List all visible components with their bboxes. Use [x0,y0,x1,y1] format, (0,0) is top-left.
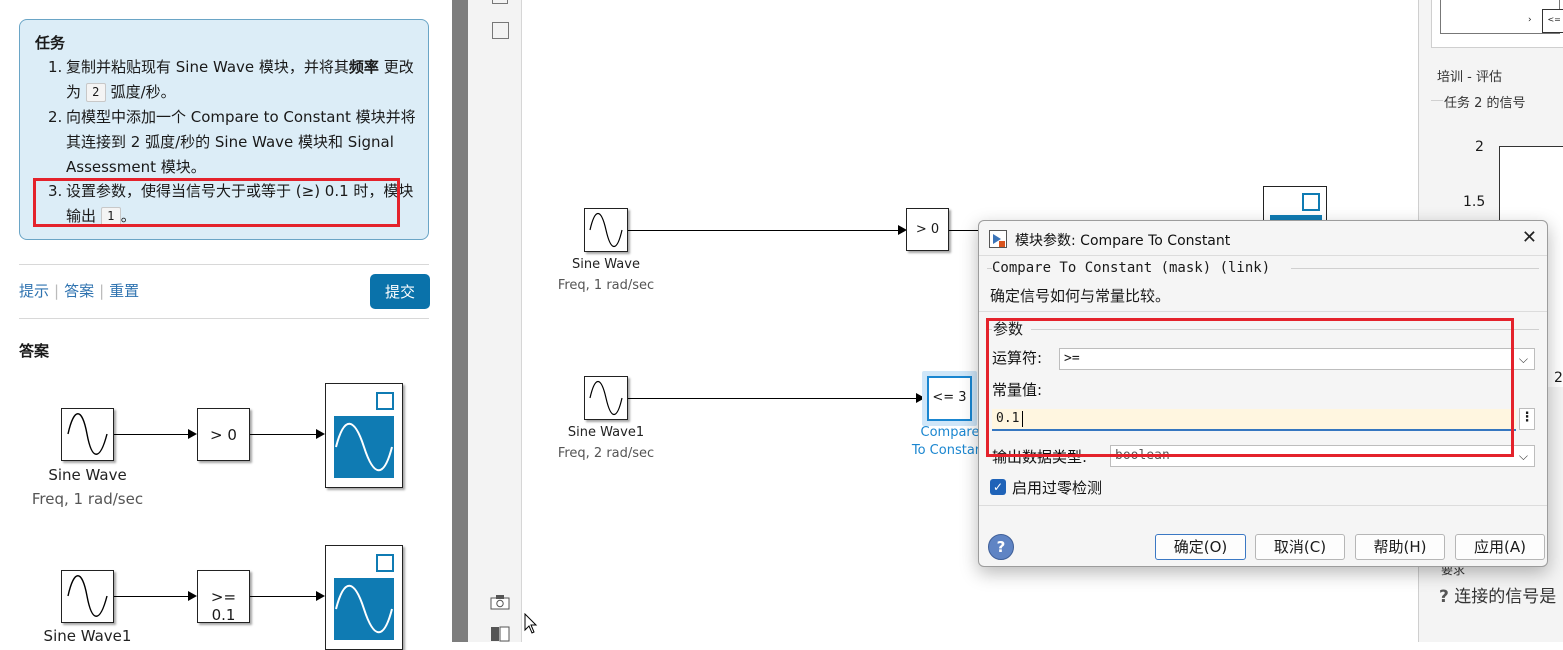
apply-button[interactable]: 应用(A) [1455,534,1545,560]
scope-block [325,545,403,650]
block-label: Sine Wave [48,466,127,484]
sine-wave-icon [335,585,393,633]
task-step-2: 2. 向模型中添加一个 Compare to Constant 模块并将其连接到… [48,108,416,176]
signal-line [114,434,189,435]
canvas-toolstrip [468,0,522,642]
scope-tag-icon [1302,193,1320,211]
answer-title: 答案 [19,342,50,360]
mini-compare-block: <= 0 [1542,9,1563,33]
mask-header: Compare To Constant (mask) (link) [992,260,1271,276]
tool-icon[interactable] [492,0,508,4]
sine-wave-icon [335,423,393,471]
scope-screen [334,416,394,478]
scope-tag-icon [376,392,394,410]
task-title: 任务 [35,34,66,52]
sine-wave-icon [589,380,623,416]
y-tick: 1.5 [1463,194,1486,210]
block-parameters-dialog: 模块参数: Compare To Constant ✕ Compare To C… [978,220,1548,567]
zero-crossing-label: 启用过零检测 [1012,479,1103,497]
close-icon[interactable]: ✕ [1522,227,1537,248]
constant-label: 常量值: [992,381,1043,399]
signal-line[interactable] [628,398,918,399]
action-links: 提示 | 答案 | 重置 [19,282,140,300]
text-cursor [1022,411,1023,427]
hint-link[interactable]: 提示 [19,282,49,300]
mini-diagram: › <= 0 [1431,0,1563,48]
x-tick: 2 [1554,370,1563,386]
chevron-down-icon: ⌵ [1518,449,1528,463]
panel-splitter[interactable] [452,0,468,642]
scope-screen [334,578,394,640]
camera-icon[interactable] [490,594,510,610]
reset-link[interactable]: 重置 [109,282,139,300]
area-select-icon[interactable] [492,22,509,39]
submit-button[interactable]: 提交 [370,274,430,309]
task-step-1: 1. 复制并粘贴现有 Sine Wave 模块，并将其频率 更改为 2 弧度/秒… [48,58,414,102]
dialog-title: 模块参数: Compare To Constant [1015,233,1231,249]
block-dialog-icon [989,230,1007,248]
compare-block: >= 0.1 [197,570,250,624]
block-sublabel: Freq, 1 rad/sec [31,490,144,508]
answer-link[interactable]: 答案 [64,282,94,300]
sine-wave-block[interactable] [584,376,628,420]
signal-line[interactable] [949,230,979,231]
arrow-icon [188,591,197,601]
requirement-row: ? 连接的信号是 [1439,587,1557,607]
zero-crossing-checkbox[interactable]: ✓ [990,479,1006,495]
question-icon: ? [1439,587,1449,607]
compare-block: > 0 [197,408,250,461]
ok-button[interactable]: 确定(O) [1155,534,1246,560]
group-title: 任务 2 的信号 [1444,92,1530,111]
data-type-label: 输出数据类型: [992,448,1088,466]
block-label: Sine Wave1 [43,627,132,645]
mouse-cursor-icon [524,613,538,634]
operator-select[interactable]: >= ⌵ [1059,348,1535,370]
signal-line [250,596,317,597]
cancel-button[interactable]: 取消(C) [1255,534,1345,560]
more-options-icon[interactable]: ⋮ [1519,408,1535,430]
sine-wave-icon [589,212,623,248]
section-title: 培训 - 评估 [1437,70,1502,85]
block-sublabel: Freq, 2 rad/sec [557,446,655,461]
task-step-3: 3. 设置参数，使得当信号大于或等于 (≥) 0.1 时，模块输出 1。 [48,182,414,226]
divider [19,264,429,265]
arrow-icon [316,429,325,439]
sine-wave-icon [67,575,108,617]
task-box: 任务 1. 复制并粘贴现有 Sine Wave 模块，并将其频率 更改为 2 弧… [19,19,429,240]
arrow-icon [188,429,197,439]
task-panel: 任务 1. 复制并粘贴现有 Sine Wave 模块，并将其频率 更改为 2 弧… [0,0,452,650]
help-button[interactable]: 帮助(H) [1355,534,1445,560]
sine-wave-block[interactable] [584,208,628,252]
sine-wave-block [61,408,114,461]
scope-block [325,383,403,488]
signal-line [114,596,189,597]
chevron-down-icon: ⌵ [1518,352,1528,366]
compare-block[interactable]: > 0 [906,208,949,251]
constant-value-field[interactable]: 0.1 [992,409,1516,431]
signal-line [250,434,317,435]
sine-wave-icon [67,413,108,455]
arrow-icon: › [1528,15,1532,25]
data-type-select[interactable]: boolean ⌵ [1110,445,1535,467]
y-tick: 2 [1475,139,1484,155]
compare-block-selected[interactable]: <= 3 [927,376,972,421]
signal-line[interactable] [628,230,900,231]
sine-wave-block [61,570,114,623]
operator-label: 运算符: [992,349,1043,367]
model-browser-icon[interactable] [490,626,510,642]
divider [19,318,429,319]
mask-description: 确定信号如何与常量比较。 [990,287,1171,305]
block-label: Sine Wave [572,257,640,272]
help-icon[interactable]: ? [988,534,1014,560]
block-sublabel: Freq, 1 rad/sec [557,278,655,293]
params-group-title: 参数 [993,320,1024,338]
arrow-icon [316,591,325,601]
code-value: 1 [100,207,121,226]
scope-tag-icon [376,554,394,572]
block-label: Sine Wave1 [567,425,645,440]
code-value: 2 [85,83,106,102]
